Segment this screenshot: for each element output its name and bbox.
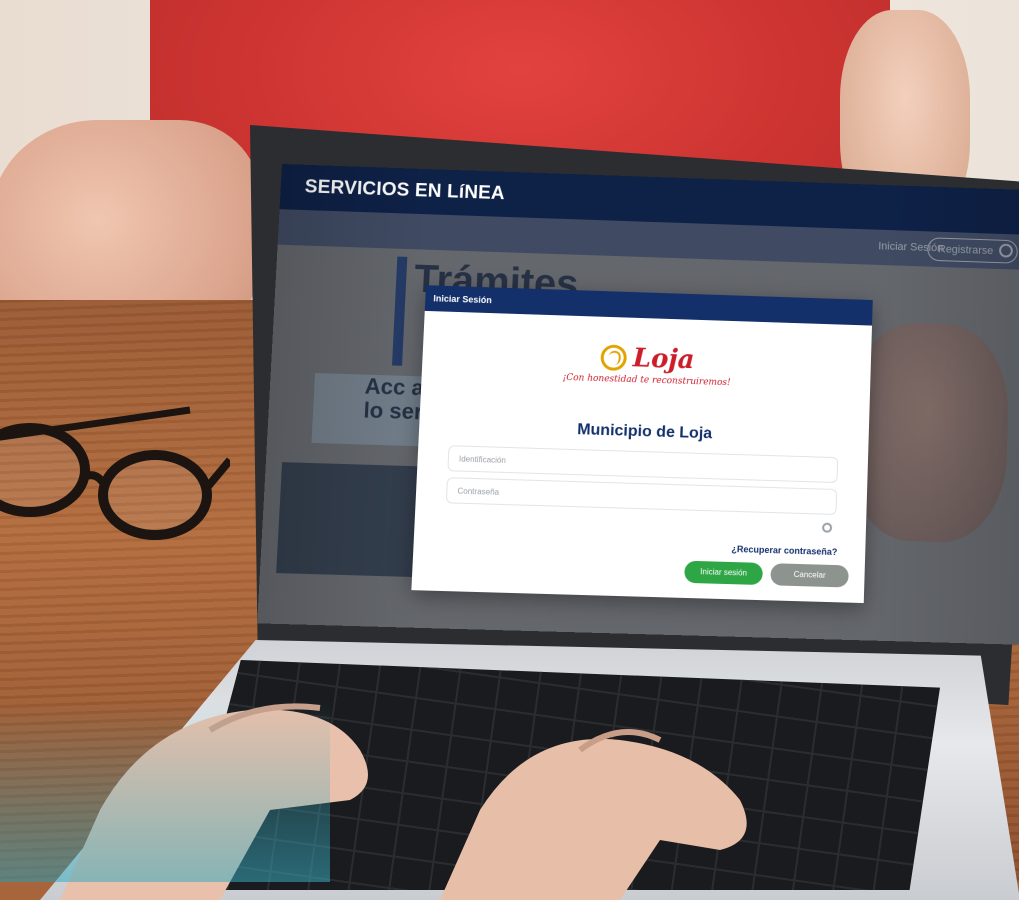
loja-logo: Loja ¡Con honestidad te reconstruiremos! <box>422 337 872 393</box>
laptop-screen: SERVICIOS EN LíNEA Iniciar Sesión Regist… <box>232 158 1019 718</box>
password-input[interactable] <box>446 478 837 514</box>
identification-field[interactable] <box>447 445 839 484</box>
web-page: SERVICIOS EN LíNEA Iniciar Sesión Regist… <box>257 164 1019 645</box>
logo-word: Loja <box>632 343 696 376</box>
password-field[interactable] <box>445 477 838 515</box>
eyeglasses-image <box>0 406 230 540</box>
recover-password-link[interactable]: ¿Recuperar contraseña? <box>731 544 837 557</box>
loja-logo-icon <box>600 344 627 371</box>
login-button[interactable]: Iniciar sesión <box>684 560 764 586</box>
site-title: SERVICIOS EN LíNEA <box>304 176 506 205</box>
corner-fade <box>0 700 330 882</box>
login-modal: Iniciar Sesión Loja ¡Con honestidad te r… <box>411 285 873 604</box>
eye-icon[interactable] <box>821 522 833 533</box>
cancel-button[interactable]: Cancelar <box>770 563 849 588</box>
identification-input[interactable] <box>448 446 838 483</box>
municipality-title: Municipio de Loja <box>576 421 713 443</box>
